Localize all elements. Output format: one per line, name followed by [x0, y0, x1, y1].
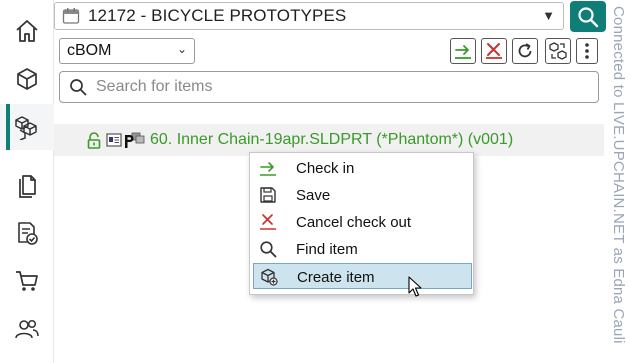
- connection-status-text: Connected to LIVE.UPCHAIN.NET as Edna Ca…: [610, 6, 627, 344]
- search-icon: [70, 79, 87, 96]
- context-menu: Check in Save Cancel check out Find item…: [249, 152, 474, 295]
- chevron-down-icon: ▼: [542, 8, 555, 23]
- nav-structure[interactable]: [0, 104, 54, 150]
- users-icon: [15, 319, 39, 339]
- menu-item-label: Check in: [296, 160, 355, 177]
- cancel-x-icon: [260, 214, 276, 230]
- menu-item-find-item[interactable]: Find item: [253, 236, 472, 262]
- save-disk-icon: [260, 187, 276, 203]
- nav-documents[interactable]: [0, 162, 54, 208]
- menu-item-create-item[interactable]: Create item: [253, 263, 472, 289]
- nav-users[interactable]: [0, 306, 54, 352]
- search-icon: [578, 6, 599, 27]
- menu-item-check-in[interactable]: Check in: [253, 155, 472, 181]
- check-in-button[interactable]: [450, 38, 476, 64]
- project-selector[interactable]: 12172 - BICYCLE PROTOTYPES ▼: [54, 2, 564, 30]
- cancel-x-icon: [486, 43, 502, 59]
- check-in-arrow-icon: [455, 45, 471, 59]
- parts-cubes-icon: [15, 116, 37, 140]
- refresh-icon: [518, 43, 532, 58]
- calendar-icon: [62, 8, 80, 24]
- more-options-button[interactable]: [576, 38, 598, 64]
- tree-item-label: 60. Inner Chain-19apr.SLDPRT (*Phantom*)…: [150, 131, 514, 148]
- chevron-down-icon: ⌄: [176, 42, 187, 56]
- nav-cart[interactable]: [0, 258, 54, 304]
- home-icon: [16, 20, 38, 42]
- create-item-cube-icon: [261, 268, 278, 286]
- nav-items[interactable]: [0, 56, 54, 102]
- menu-item-label: Create item: [297, 269, 375, 286]
- global-search-button[interactable]: [570, 1, 606, 32]
- nav-approvals[interactable]: [0, 210, 54, 256]
- checklist-document-icon: [18, 222, 38, 245]
- documents-icon: [19, 175, 36, 198]
- item-card-icon: [106, 133, 122, 147]
- bom-type-select[interactable]: cBOM ⌄: [59, 38, 195, 64]
- item-search-box: [59, 71, 599, 103]
- left-nav: [0, 0, 54, 363]
- more-vertical-icon: [585, 43, 589, 59]
- item-search-input[interactable]: [96, 78, 576, 96]
- structure-options-button[interactable]: [545, 38, 571, 64]
- bom-type-value: cBOM: [67, 42, 112, 59]
- cancel-check-out-button[interactable]: [481, 38, 507, 64]
- menu-item-save[interactable]: Save: [253, 182, 472, 208]
- connection-status: Connected to LIVE.UPCHAIN.NET as Edna Ca…: [608, 0, 630, 363]
- refresh-button[interactable]: [512, 38, 538, 64]
- cart-icon: [16, 271, 38, 291]
- structure-sync-icon: [549, 42, 567, 60]
- cube-icon: [17, 68, 37, 90]
- app-root: { "header": { "project_title": "12172 - …: [0, 0, 630, 363]
- menu-item-label: Cancel check out: [296, 214, 412, 231]
- check-in-arrow-icon: [260, 162, 276, 176]
- mouse-pointer-icon: [408, 276, 422, 297]
- magnifier-icon: [260, 241, 277, 258]
- menu-item-cancel-check-out[interactable]: Cancel check out: [253, 209, 472, 235]
- unlocked-padlock-icon: [87, 132, 101, 149]
- menu-item-label: Find item: [296, 241, 358, 258]
- phantom-part-icon: [125, 132, 145, 148]
- nav-home[interactable]: [0, 8, 54, 54]
- project-title: 12172 - BICYCLE PROTOTYPES: [88, 6, 347, 25]
- menu-item-label: Save: [296, 187, 331, 204]
